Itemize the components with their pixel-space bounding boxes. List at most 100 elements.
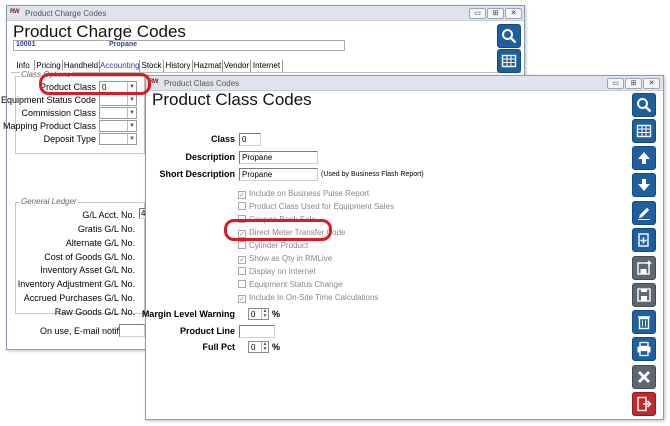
- exit-icon: [637, 396, 652, 412]
- grid-icon: [501, 54, 517, 68]
- mapping-class-combo[interactable]: ▼: [99, 120, 137, 132]
- product-code-field[interactable]: 10001 Propane: [13, 40, 345, 51]
- product-name: Propane: [109, 41, 138, 48]
- inventory-adjustment-gl-label: Inventory Adjustment G/L No.: [17, 279, 135, 289]
- tab-hazmat[interactable]: Hazmat: [193, 60, 223, 72]
- search-button[interactable]: [632, 93, 656, 117]
- gl-acct-label: G/L Acct. No.: [82, 210, 135, 220]
- product-class-codes-window: RW Product Class Codes ▭ ⊞ ✕ Product Cla…: [141, 75, 664, 420]
- checkbox-cylinder-product[interactable]: Cylinder Product: [238, 241, 308, 250]
- copy-button[interactable]: [632, 228, 656, 252]
- chevron-down-icon[interactable]: ▼: [127, 121, 136, 131]
- chevron-down-icon[interactable]: ▼: [127, 134, 136, 144]
- class-options-label: Class Options: [20, 70, 72, 79]
- window-title: Product Class Codes: [164, 79, 240, 88]
- edit-icon: [638, 207, 650, 220]
- chevron-down-icon[interactable]: ▼: [127, 95, 136, 105]
- checkbox-label: Cylinder Product: [249, 241, 309, 250]
- checkbox-direct-meter-transfer[interactable]: ✓ Direct Meter Transfer Code: [238, 228, 345, 238]
- checkbox-label: Direct Meter Transfer Code: [249, 228, 346, 237]
- page-title: Product Class Codes: [152, 90, 312, 109]
- save-new-button[interactable]: [632, 256, 656, 280]
- short-description-value: Propane: [242, 170, 273, 179]
- cancel-button[interactable]: [632, 365, 656, 389]
- tab-vendor[interactable]: Vendor: [223, 60, 251, 72]
- checkbox-label: Include on Business Pulse Report: [249, 189, 370, 198]
- tab-stock[interactable]: Stock: [140, 60, 164, 72]
- tab-accounting[interactable]: Accounting: [100, 60, 140, 72]
- stepper-arrows-icon[interactable]: ▲ ▼: [261, 309, 268, 319]
- general-ledger-label: General Ledger: [20, 197, 78, 206]
- print-button[interactable]: [632, 337, 656, 361]
- next-record-button[interactable]: [632, 173, 656, 197]
- description-label: Description: [185, 152, 235, 162]
- checkbox-display-internet[interactable]: Display on Internet: [238, 267, 316, 276]
- description-value: Propane: [242, 153, 273, 162]
- window-title: Product Charge Codes: [25, 9, 107, 18]
- delete-icon: [638, 316, 650, 330]
- arrow-down-icon: [638, 179, 650, 191]
- checkbox-label: Coupon Book Sale: [249, 215, 316, 224]
- tab-history[interactable]: History: [164, 60, 193, 72]
- chevron-down-icon[interactable]: ▼: [127, 82, 136, 92]
- commission-class-label: Commission Class: [21, 108, 96, 118]
- edit-button[interactable]: [632, 201, 656, 225]
- title-bar: RW Product Charge Codes ▭ ⊞ ✕: [7, 6, 524, 21]
- tab-internet[interactable]: Internet: [251, 60, 283, 72]
- copy-icon: [638, 233, 649, 247]
- product-class-combo[interactable]: 0 ▼: [99, 81, 137, 93]
- checkbox-business-pulse[interactable]: ✓ Include on Business Pulse Report: [238, 189, 369, 199]
- minimize-button[interactable]: ▭: [469, 8, 486, 19]
- back-search-button[interactable]: [497, 24, 521, 48]
- checkbox-label: Display on Internet: [249, 267, 316, 276]
- class-value: 0: [242, 135, 247, 144]
- minimize-button[interactable]: ▭: [607, 78, 624, 89]
- save-button[interactable]: [632, 283, 656, 307]
- close-button[interactable]: ✕: [643, 78, 660, 89]
- checkbox-equipment-status-change[interactable]: Equipment Status Change: [238, 280, 342, 289]
- product-line-field[interactable]: [239, 325, 275, 338]
- email-notification-field[interactable]: [119, 324, 145, 337]
- checkbox-equipment-sales[interactable]: Product Class Used for Equipment Sales: [238, 202, 394, 211]
- short-description-field[interactable]: Propane: [239, 168, 318, 181]
- deposit-type-combo[interactable]: ▼: [99, 133, 137, 145]
- check-icon[interactable]: ✓: [238, 256, 246, 264]
- check-icon[interactable]: ✓: [238, 230, 246, 238]
- margin-level-label: Margin Level Warning: [141, 309, 235, 319]
- class-label: Class: [210, 134, 235, 144]
- page-title: Product Charge Codes: [13, 22, 186, 41]
- back-grid-button[interactable]: [497, 49, 521, 73]
- checkbox-on-site-time[interactable]: ✓ Include In On-Site Time Calculations: [238, 293, 378, 303]
- previous-record-button[interactable]: [632, 146, 656, 170]
- short-description-note: (Used by Business Flash Report): [321, 171, 424, 178]
- delete-button[interactable]: [632, 310, 656, 334]
- checkbox-show-qty-rmlive[interactable]: ✓ Show as Qty in RMLive: [238, 254, 332, 264]
- maximize-button[interactable]: ⊞: [625, 78, 642, 89]
- full-pct-stepper[interactable]: 0 ▲ ▼: [248, 341, 269, 353]
- check-icon[interactable]: ✓: [238, 295, 246, 303]
- arrow-up-icon: [638, 152, 650, 164]
- close-button[interactable]: ✕: [505, 8, 522, 19]
- grid-button[interactable]: [632, 119, 656, 143]
- stepper-arrows-icon[interactable]: ▲ ▼: [261, 342, 268, 352]
- app-logo: RW: [10, 9, 20, 15]
- print-icon: [637, 341, 651, 357]
- checkbox-coupon-book[interactable]: Coupon Book Sale: [238, 215, 316, 224]
- product-class-value: 0: [102, 83, 107, 92]
- short-description-label: Short Description: [159, 169, 235, 179]
- maximize-button[interactable]: ⊞: [487, 8, 504, 19]
- chevron-down-icon[interactable]: ▼: [127, 108, 136, 118]
- equipment-status-combo[interactable]: ▼: [99, 94, 137, 106]
- margin-level-stepper[interactable]: 0 ▲ ▼: [248, 308, 269, 320]
- deposit-type-label: Deposit Type: [43, 134, 96, 144]
- class-field[interactable]: 0: [239, 133, 261, 146]
- check-icon[interactable]: ✓: [238, 191, 246, 199]
- equipment-status-label: Equipment Status Code: [0, 95, 96, 105]
- commission-class-combo[interactable]: ▼: [99, 107, 137, 119]
- raw-goods-gl-label: Raw Goods G/L No.: [54, 307, 135, 317]
- description-field[interactable]: Propane: [239, 151, 318, 164]
- checkbox-label: Show as Qty in RMLive: [249, 254, 333, 263]
- percent-sign: %: [272, 342, 281, 352]
- exit-button[interactable]: [632, 392, 656, 416]
- search-icon: [637, 98, 652, 113]
